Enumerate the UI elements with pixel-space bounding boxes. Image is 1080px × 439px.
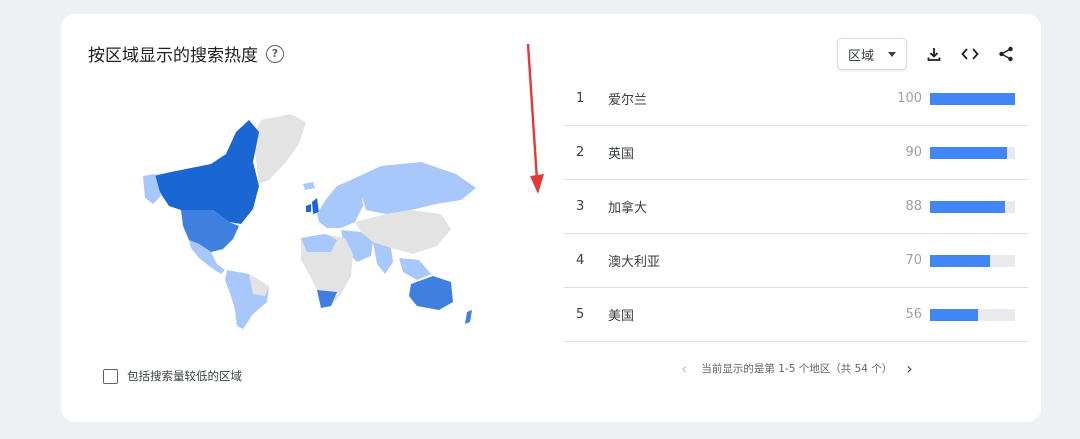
map-europe — [317, 180, 363, 228]
ranking-list: 1 爱尔兰 100 2 英国 90 3 加拿大 88 4 澳大利亚 70 5 美… — [564, 72, 1028, 342]
map-greenland — [253, 114, 306, 184]
annotation-arrow — [526, 43, 544, 194]
map-canada — [153, 120, 259, 224]
include-low-volume-label: 包括搜索量较低的区域 — [127, 369, 242, 383]
region-dropdown[interactable]: 区域 — [836, 38, 907, 70]
world-map[interactable] — [141, 114, 481, 329]
region-dropdown-label: 区域 — [847, 48, 874, 64]
score-bar-fill — [930, 308, 978, 321]
map-iceland — [303, 182, 315, 190]
rank-number: 1 — [576, 91, 585, 106]
share-icon[interactable] — [997, 45, 1015, 63]
score-bar — [930, 146, 1015, 159]
rank-number: 5 — [576, 307, 585, 322]
region-score: 56 — [905, 307, 922, 322]
score-bar — [930, 254, 1015, 267]
list-item[interactable]: 4 澳大利亚 70 — [564, 234, 1028, 288]
map-ireland — [306, 204, 311, 212]
list-item[interactable]: 1 爱尔兰 100 — [564, 72, 1028, 126]
include-low-volume-checkbox[interactable] — [103, 368, 118, 384]
rank-number: 3 — [576, 199, 585, 214]
map-new-zealand — [465, 310, 472, 324]
rank-number: 2 — [576, 145, 585, 160]
map-south-africa — [317, 290, 337, 308]
embed-code-icon[interactable] — [961, 45, 979, 63]
map-uk — [312, 198, 319, 214]
map-se-asia — [399, 258, 431, 280]
region-score: 90 — [905, 145, 922, 160]
score-bar — [930, 308, 1015, 321]
score-bar — [930, 92, 1015, 105]
pagination: ‹ 当前显示的是第 1-5 个地区（共 54 个） › — [681, 359, 913, 378]
rank-number: 4 — [576, 253, 585, 268]
map-russia — [351, 162, 476, 214]
card-title-text: 按区域显示的搜索热度 — [88, 46, 258, 66]
score-bar-fill — [930, 254, 990, 267]
help-icon[interactable]: ? — [266, 44, 284, 63]
chevron-left-icon[interactable]: ‹ — [681, 359, 687, 378]
list-item[interactable]: 5 美国 56 — [564, 288, 1028, 342]
download-icon[interactable] — [925, 45, 943, 63]
card-toolbar: 区域 — [836, 38, 1015, 70]
region-score: 70 — [905, 253, 922, 268]
card-title: 按区域显示的搜索热度 ? — [88, 41, 284, 66]
score-bar-fill — [930, 92, 1015, 105]
map-south-america — [225, 270, 269, 329]
region-score: 100 — [897, 91, 922, 106]
region-score: 88 — [905, 199, 922, 214]
list-item[interactable]: 2 英国 90 — [564, 126, 1028, 180]
include-low-volume-option[interactable]: 包括搜索量较低的区域 — [103, 368, 242, 384]
interest-by-region-card: 按区域显示的搜索热度 ? 区域 包括搜索量较低的区域 1 爱尔兰 100 2 英… — [61, 14, 1041, 422]
map-australia — [409, 276, 453, 310]
score-bar-fill — [930, 200, 1005, 213]
list-item[interactable]: 3 加拿大 88 — [564, 180, 1028, 234]
pagination-text: 当前显示的是第 1-5 个地区（共 54 个） — [701, 363, 893, 375]
score-bar — [930, 200, 1015, 213]
chevron-right-icon[interactable]: › — [906, 359, 912, 378]
caret-down-icon — [888, 51, 896, 57]
score-bar-fill — [930, 146, 1007, 159]
